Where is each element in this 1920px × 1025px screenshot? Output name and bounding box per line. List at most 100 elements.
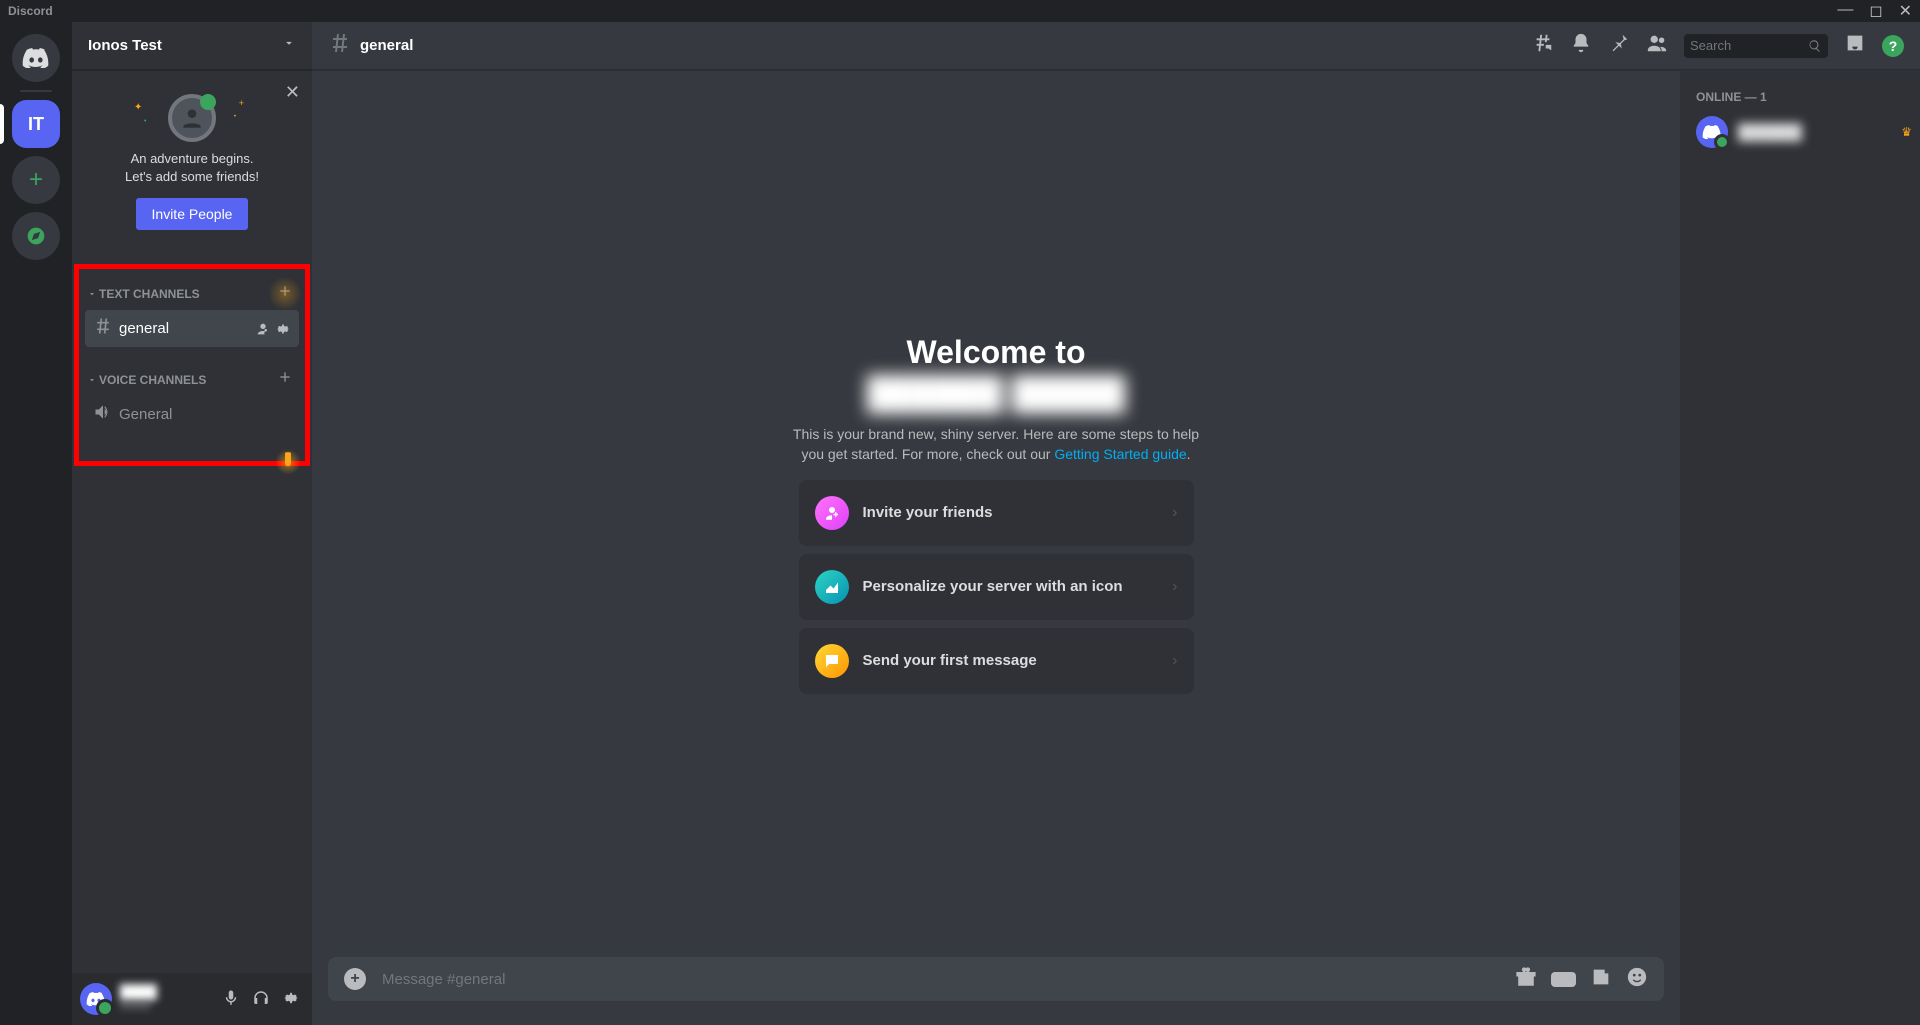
channel-title: general [360, 37, 1524, 54]
card-label: Send your first message [863, 652, 1159, 669]
window-close-icon[interactable]: ✕ [1899, 1, 1912, 21]
user-panel: ████ #0000 [72, 973, 312, 1025]
hash-icon [328, 31, 352, 60]
emoji-icon [1626, 966, 1648, 988]
chat-area: general Search ? Welcome to ██████ █████ [312, 22, 1920, 1025]
invite-people-card: ✕ ✦ • + • An adventure begins. Let's add… [80, 78, 304, 246]
discord-logo-icon [22, 48, 50, 68]
create-channel-button[interactable] [275, 367, 295, 392]
member-item[interactable]: ██████ ♛ [1696, 114, 1912, 150]
chevron-right-icon: › [1172, 504, 1177, 522]
invite-friends-icon [815, 496, 849, 530]
gear-icon[interactable] [275, 321, 291, 337]
welcome-card-personalize[interactable]: Personalize your server with an icon › [799, 554, 1194, 620]
deafen-button[interactable] [248, 985, 274, 1014]
sticker-button[interactable] [1590, 966, 1612, 993]
channel-label: general [119, 320, 249, 337]
mute-button[interactable] [218, 985, 244, 1014]
chevron-right-icon: › [1172, 578, 1177, 596]
self-tag: #0000 [120, 999, 210, 1013]
voice-channels-category[interactable]: Voice Channels [85, 361, 299, 394]
channel-general-voice[interactable]: General [85, 396, 299, 433]
close-icon[interactable]: ✕ [285, 82, 300, 103]
category-label: Voice Channels [99, 373, 206, 387]
members-online-header: ONLINE — 1 [1696, 90, 1912, 104]
category-label: Text Channels [99, 287, 200, 301]
card-label: Invite your friends [863, 504, 1159, 521]
channel-general-text[interactable]: general [85, 310, 299, 347]
discord-logo-icon [1702, 125, 1722, 139]
threads-button[interactable] [1532, 32, 1554, 59]
channel-label: General [119, 406, 291, 423]
server-name-label: Ionos Test [88, 37, 162, 54]
owner-crown-icon: ♛ [1901, 125, 1912, 139]
annotation-highlight-box: Text Channels general [74, 264, 310, 466]
welcome-card-invite[interactable]: Invite your friends › [799, 480, 1194, 546]
attach-button[interactable]: + [344, 968, 366, 990]
invite-people-button[interactable]: Invite People [136, 198, 249, 230]
personalize-icon [815, 570, 849, 604]
microphone-icon [222, 989, 240, 1007]
user-settings-button[interactable] [278, 985, 304, 1014]
inbox-button[interactable] [1844, 32, 1866, 59]
text-channels-category[interactable]: Text Channels [85, 275, 299, 308]
server-ionos-test[interactable]: IT [12, 100, 60, 148]
active-pill [0, 104, 4, 144]
pinned-button[interactable] [1608, 32, 1630, 59]
self-info[interactable]: ████ #0000 [120, 985, 210, 1013]
self-username: ████ [120, 985, 210, 999]
member-name: ██████ [1738, 124, 1891, 141]
compass-icon [26, 226, 46, 246]
welcome-card-message[interactable]: Send your first message › [799, 628, 1194, 694]
welcome-title: Welcome to [907, 334, 1086, 371]
pin-icon [1608, 32, 1630, 54]
search-input[interactable]: Search [1684, 34, 1828, 58]
server-header[interactable]: Ionos Test [72, 22, 312, 70]
channel-sidebar: Ionos Test ✕ ✦ • + • [72, 22, 312, 1025]
members-list: ONLINE — 1 ██████ ♛ [1680, 70, 1920, 1025]
self-avatar[interactable] [80, 983, 112, 1015]
chevron-down-icon [87, 289, 97, 299]
welcome-server-name: ██████ █████ [867, 375, 1125, 412]
gift-button[interactable] [1515, 966, 1537, 993]
sticker-icon [1590, 966, 1612, 988]
create-channel-button[interactable] [275, 281, 295, 306]
create-invite-icon[interactable] [255, 321, 271, 337]
members-toggle-button[interactable] [1646, 32, 1668, 59]
welcome-screen: Welcome to ██████ █████ This is your bra… [312, 70, 1680, 957]
chevron-down-icon [282, 36, 296, 55]
server-list: IT + [0, 22, 72, 1025]
gift-icon [1515, 966, 1537, 988]
chevron-down-icon [87, 375, 97, 385]
invite-text-line2: Let's add some friends! [96, 168, 288, 186]
explore-servers-button[interactable] [12, 212, 60, 260]
chevron-right-icon: › [1172, 652, 1177, 670]
notifications-button[interactable] [1570, 32, 1592, 59]
card-label: Personalize your server with an icon [863, 578, 1159, 595]
app-title: Discord [8, 4, 53, 18]
window-maximize-icon[interactable]: ◻ [1869, 1, 1882, 21]
gif-button[interactable]: GIF [1551, 972, 1576, 987]
window-minimize-icon[interactable]: — [1837, 1, 1853, 21]
emoji-button[interactable] [1626, 966, 1648, 993]
gear-icon [282, 989, 300, 1007]
message-input[interactable]: + Message #general GIF [328, 957, 1664, 1001]
titlebar: Discord — ◻ ✕ [0, 0, 1920, 22]
welcome-subtitle: This is your brand new, shiny server. He… [786, 424, 1206, 464]
home-button[interactable] [12, 34, 60, 82]
invite-illustration: ✦ • + • [96, 94, 288, 142]
add-server-button[interactable]: + [12, 156, 60, 204]
plus-icon [277, 369, 293, 385]
search-placeholder: Search [1690, 38, 1808, 53]
help-button[interactable]: ? [1882, 35, 1904, 57]
guild-separator [20, 90, 52, 92]
getting-started-link[interactable]: Getting Started guide [1054, 446, 1186, 462]
search-icon [1808, 39, 1822, 53]
threads-icon [1532, 32, 1554, 54]
first-message-icon [815, 644, 849, 678]
members-icon [1646, 32, 1668, 54]
inbox-icon [1844, 32, 1866, 54]
plus-icon [277, 283, 293, 299]
member-avatar [1696, 116, 1728, 148]
discord-logo-icon [86, 992, 106, 1006]
